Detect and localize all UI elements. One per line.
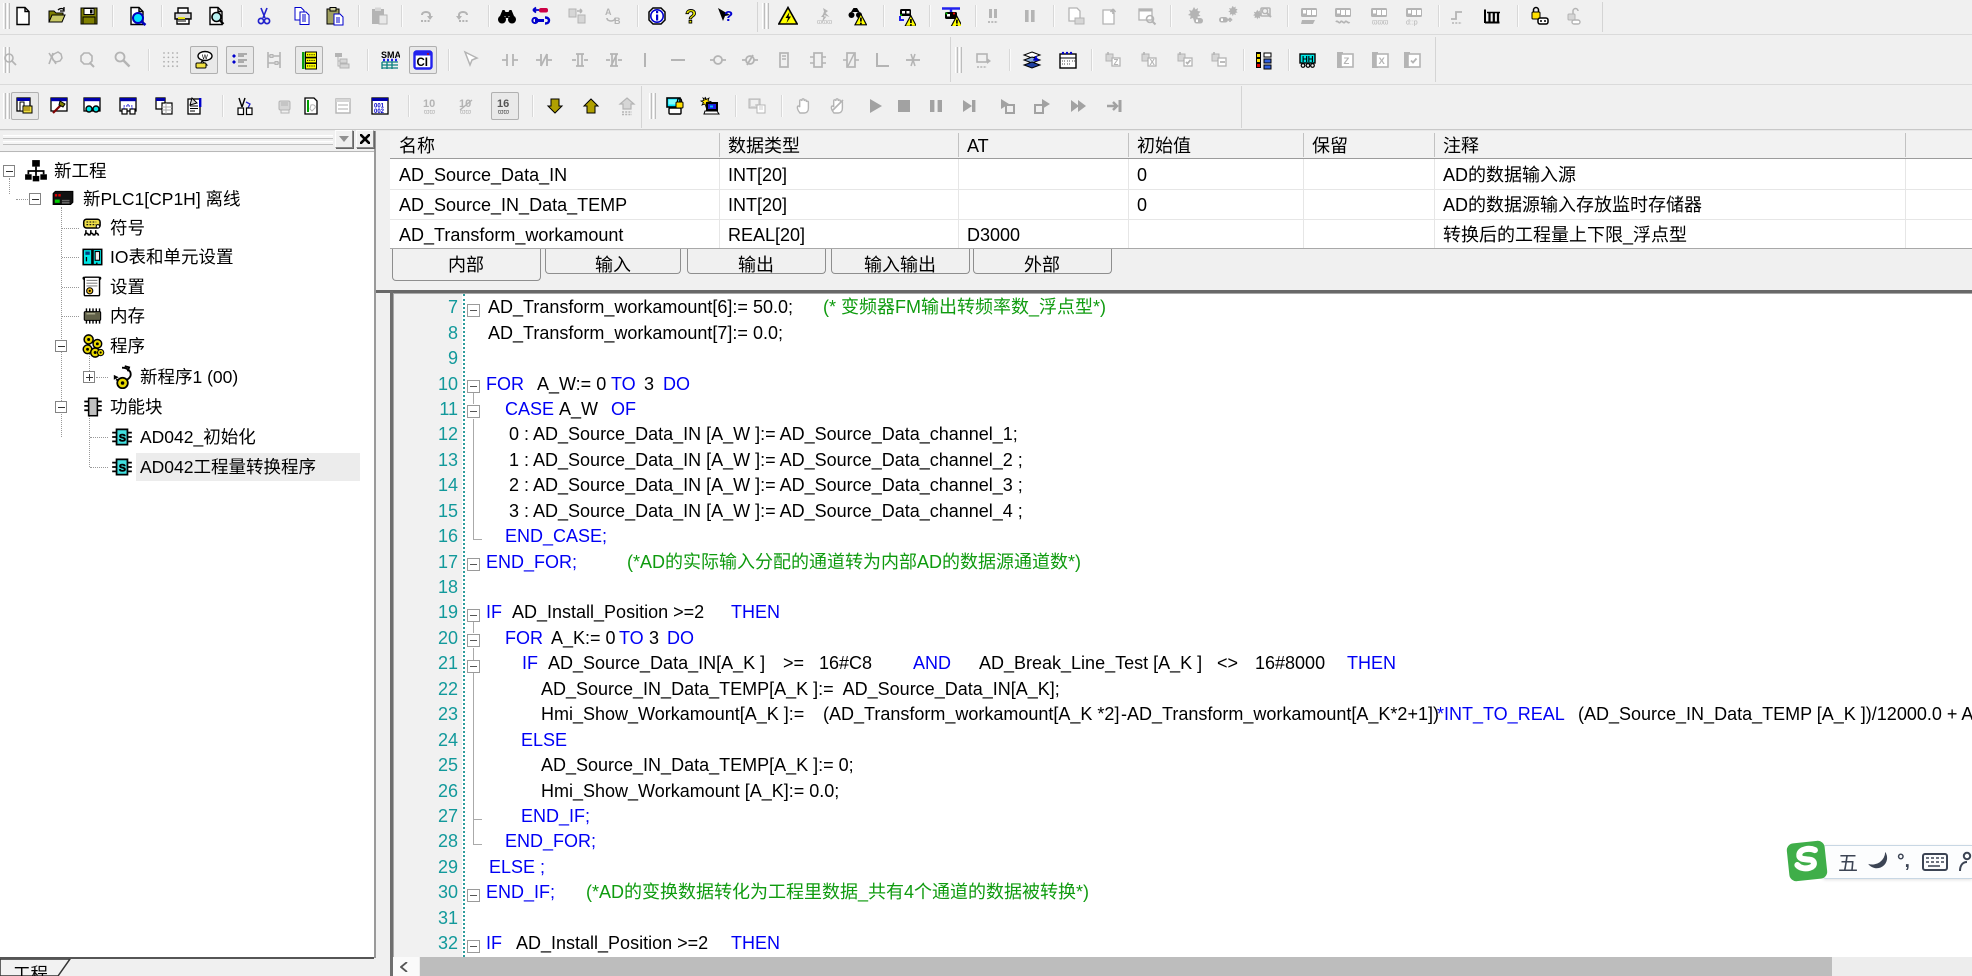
svg-text:002: 002 [374, 106, 385, 115]
svg-text:A: A [605, 6, 612, 18]
svg-text:ϖϖ: ϖϖ [424, 107, 435, 116]
svg-text:w: w [201, 51, 208, 62]
svg-text:ϖϖ: ϖϖ [498, 107, 509, 116]
svg-text:X: X [1150, 57, 1156, 68]
svg-text:Z: Z [1344, 53, 1350, 67]
svg-text:S: S [119, 429, 126, 445]
svg-text:CI: CI [417, 54, 429, 70]
svg-text:ϖϖϖ: ϖϖϖ [1372, 18, 1389, 27]
svg-text:B: B [614, 14, 621, 26]
svg-text:?: ? [724, 6, 733, 26]
svg-text:Z: Z [1114, 57, 1119, 68]
svg-text:X: X [1379, 53, 1386, 67]
svg-text:ϖϖϖ: ϖϖϖ [817, 16, 832, 26]
svg-text:?: ? [685, 6, 697, 26]
svg-text:S: S [119, 459, 126, 475]
svg-text:d::p: d::p [1406, 18, 1418, 27]
